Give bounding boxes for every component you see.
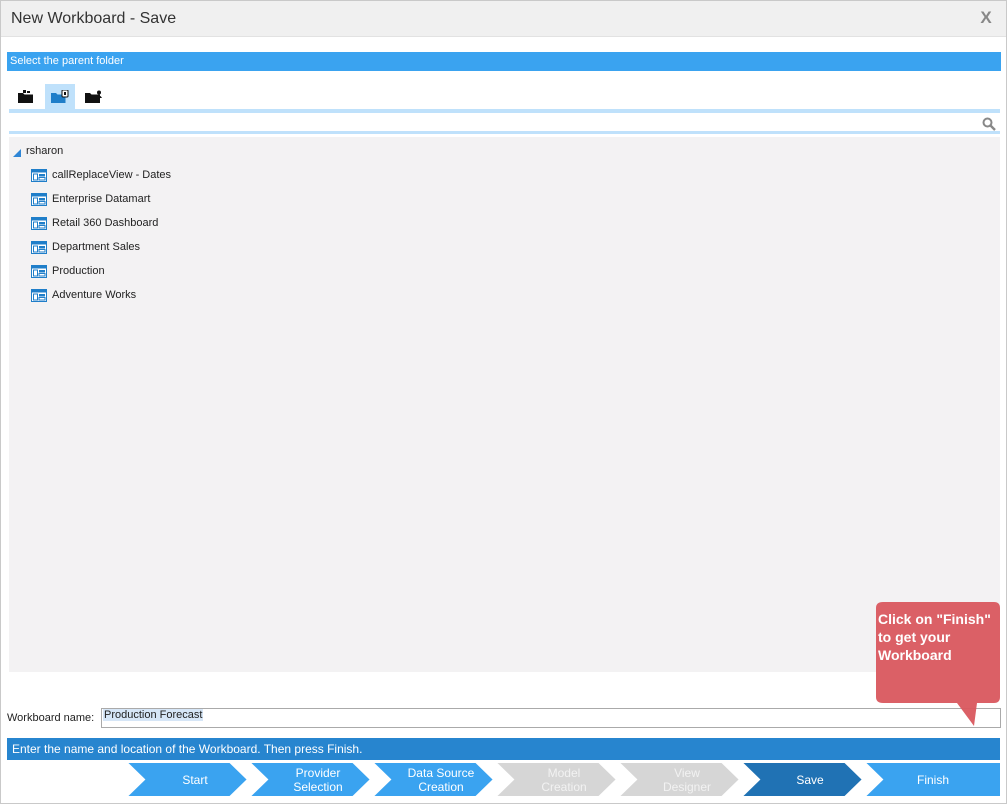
tree-item[interactable]: callReplaceView - Dates (31, 167, 171, 183)
workboard-icon (31, 240, 47, 254)
tree-item[interactable]: Retail 360 Dashboard (31, 215, 158, 231)
callout-text: Click on "Finish" to get your Workboard (878, 611, 991, 663)
workboard-name-label: Workboard name: (7, 712, 95, 724)
tree-item[interactable]: Enterprise Datamart (31, 191, 150, 207)
tree-item-label: Adventure Works (52, 289, 137, 301)
save-dialog: New Workboard - Save X Select the parent… (0, 0, 1007, 804)
tree-item[interactable]: Adventure Works (31, 287, 136, 303)
search-row (9, 114, 1000, 134)
wizard-step-provider-selection[interactable]: Provider Selection (267, 762, 369, 797)
workboard-name-value: Production Forecast (103, 709, 204, 721)
tab-folders[interactable] (11, 84, 41, 109)
workboard-icon (31, 288, 47, 302)
folder-icon (18, 89, 33, 103)
workboard-icon (31, 168, 47, 182)
wizard-step-view-designer: View Designer (662, 765, 712, 794)
tree-root-node[interactable]: rsharon (13, 143, 63, 159)
tree-item[interactable]: Department Sales (31, 239, 140, 255)
tab-shared-folders[interactable] (45, 84, 75, 109)
wizard-step-start[interactable]: Start (144, 762, 246, 797)
wizard-step-finish-button[interactable]: Finish (882, 762, 984, 797)
expand-arrow-icon[interactable] (13, 148, 22, 158)
workboard-icon (31, 264, 47, 278)
tree-item-label: Production (52, 265, 105, 277)
tab-underline (9, 109, 1000, 113)
wizard-step-data-source-creation[interactable]: Data Source Creation (390, 762, 492, 797)
status-message: Enter the name and location of the Workb… (7, 738, 1000, 760)
folder-tree: rsharon callReplaceView - Dates Enterpri… (9, 137, 1000, 672)
wizard-step-model-creation: Model Creation (541, 765, 587, 794)
close-icon[interactable]: X (978, 9, 994, 27)
tree-item-label: Retail 360 Dashboard (52, 217, 159, 229)
wizard-step-save[interactable]: Save (759, 762, 861, 797)
workboard-icon (31, 216, 47, 230)
user-folder-icon (85, 90, 102, 103)
tree-item-label: Department Sales (52, 241, 141, 253)
tree-item[interactable]: Production (31, 263, 105, 279)
search-icon[interactable] (982, 117, 996, 131)
shared-folder-icon (51, 89, 69, 103)
title-bar: New Workboard - Save X (1, 1, 1006, 37)
tab-user-folders[interactable] (79, 84, 109, 109)
wizard-steps: Start Provider Selection Data Source Cre… (126, 762, 1001, 797)
tree-item-label: Enterprise Datamart (52, 193, 151, 205)
dialog-title: New Workboard - Save (11, 10, 177, 27)
tree-item-label: callReplaceView - Dates (52, 169, 172, 181)
workboard-icon (31, 192, 47, 206)
section-header: Select the parent folder (7, 52, 1001, 71)
tree-root-label: rsharon (26, 145, 64, 157)
workboard-name-input[interactable]: Production Forecast (101, 708, 1001, 728)
